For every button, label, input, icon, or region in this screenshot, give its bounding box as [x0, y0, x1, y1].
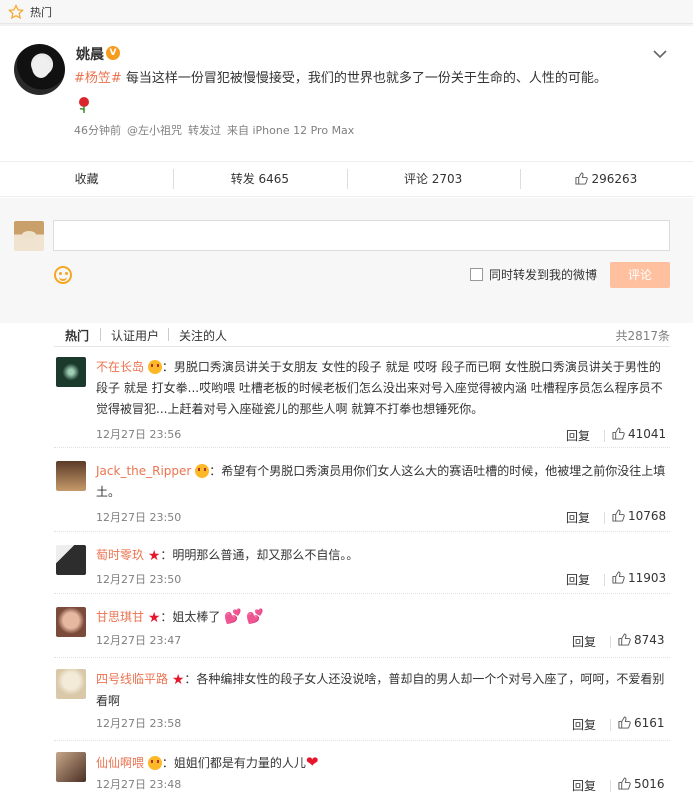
- comment-text: 甘思琪甘 ★：姐太棒了 💕 💕: [96, 607, 668, 629]
- reply-button[interactable]: 回复: [572, 716, 596, 733]
- comment-total: 共2817条: [615, 329, 670, 343]
- thumb-up-icon: [612, 571, 625, 584]
- comment-like-count: 5016: [634, 777, 665, 791]
- commenter-avatar[interactable]: [56, 357, 86, 387]
- thumb-up-icon: [612, 509, 625, 522]
- comment-time: 12月27日 23:50: [96, 573, 182, 586]
- comment-like-button[interactable]: 11903: [612, 571, 666, 585]
- comment-time: 12月27日 23:50: [96, 511, 182, 524]
- thumb-up-icon: [575, 172, 589, 185]
- member-badge-icon: [195, 464, 210, 478]
- also-forward-label[interactable]: 同时转发到我的微博: [489, 266, 597, 283]
- commenter-name[interactable]: 仙仙啊喂: [96, 756, 144, 770]
- forward-label: 转发过: [188, 124, 221, 137]
- thumb-up-icon: [618, 716, 631, 729]
- submit-comment-button[interactable]: 评论: [610, 262, 670, 288]
- tab-following[interactable]: 关注的人: [179, 327, 227, 344]
- post-text: #杨笠# 每当这样一份冒犯被慢慢接受，我们的世界也就多了一份关于生命的、人性的可…: [74, 69, 674, 89]
- comment-item: 甘思琪甘 ★：姐太棒了 💕 💕 12月27日 23:47 回复 8743: [54, 607, 670, 658]
- star-badge-icon: ★: [147, 548, 161, 564]
- also-forward-checkbox[interactable]: [470, 268, 483, 281]
- commenter-name[interactable]: 四号线临平路: [96, 672, 168, 686]
- comment-text: 萄时零玖 ★：明明那么普通，却又那么不自信。。: [96, 545, 668, 567]
- commenter-name[interactable]: 萄时零玖: [96, 548, 144, 562]
- comment-time: 12月27日 23:48: [96, 778, 182, 791]
- comment-item: 萄时零玖 ★：明明那么普通，却又那么不自信。。 12月27日 23:50 回复 …: [54, 545, 670, 594]
- hearts-emoji: 💕 💕: [224, 609, 264, 625]
- comment-filters: 热门 认证用户 关注的人 共2817条: [54, 323, 670, 347]
- comment-button[interactable]: 评论 2703: [346, 169, 520, 189]
- like-button[interactable]: 296263: [519, 169, 693, 189]
- post-source: 来自 iPhone 12 Pro Max: [227, 124, 355, 137]
- commenter-avatar[interactable]: [56, 461, 86, 491]
- commenter-avatar[interactable]: [56, 607, 86, 637]
- star-badge-icon: ★: [147, 610, 161, 626]
- commenter-avatar[interactable]: [56, 545, 86, 575]
- weibo-card: 姚晨 V #杨笠# 每当这样一份冒犯被慢慢接受，我们的世界也就多了一份关于生命的…: [0, 26, 693, 799]
- thumb-up-icon: [618, 777, 631, 790]
- member-badge-icon: [147, 360, 162, 374]
- comment-like-count: 41041: [628, 427, 667, 441]
- current-user-avatar: [14, 221, 44, 251]
- commenter-name[interactable]: 甘思琪甘: [96, 610, 144, 624]
- like-count: 296263: [591, 172, 638, 186]
- tab-verified-users[interactable]: 认证用户: [111, 327, 159, 344]
- member-badge-icon: [147, 756, 162, 770]
- forward-button[interactable]: 转发 6465: [173, 169, 346, 189]
- reply-button[interactable]: 回复: [566, 509, 590, 526]
- reply-button[interactable]: 回复: [566, 571, 590, 588]
- comment-input[interactable]: [53, 220, 670, 251]
- comment-like-count: 8743: [634, 633, 665, 647]
- comment-like-count: 10768: [628, 509, 667, 523]
- via-user[interactable]: @左小祖咒: [127, 124, 182, 137]
- comment-item: 仙仙啊喂 ：姐姐们都是有力量的人儿❤ 12月27日 23:48 回复 5016: [54, 752, 670, 799]
- comment-composer: 同时转发到我的微博 评论: [0, 198, 693, 323]
- commenter-avatar[interactable]: [56, 752, 86, 782]
- comment-like-count: 11903: [628, 571, 667, 585]
- star-icon: [8, 3, 24, 19]
- comment-time: 12月27日 23:58: [96, 717, 182, 730]
- top-bar: 热门: [0, 0, 693, 24]
- thumb-up-icon: [618, 633, 631, 646]
- comment-text: 仙仙啊喂 ：姐姐们都是有力量的人儿❤: [96, 753, 319, 771]
- comment-like-button[interactable]: 8743: [618, 633, 665, 647]
- comment-like-button[interactable]: 6161: [618, 716, 665, 730]
- author-avatar[interactable]: [14, 44, 65, 95]
- reply-button[interactable]: 回复: [572, 633, 596, 650]
- post-meta: 46分钟前 @左小祖咒 转发过 来自 iPhone 12 Pro Max: [74, 122, 360, 138]
- reply-button[interactable]: 回复: [572, 777, 596, 794]
- reply-button[interactable]: 回复: [566, 427, 590, 444]
- comment-time: 12月27日 23:47: [96, 634, 182, 647]
- comment-text: Jack_the_Ripper ：希望有个男脱口秀演员用你们女人这么大的赛语吐槽…: [96, 464, 666, 499]
- commenter-name[interactable]: 不在长岛: [96, 360, 144, 374]
- comment-text: 不在长岛 ：男脱口秀演员讲关于女朋友 女性的段子 就是 哎呀 段子而已啊 女性脱…: [96, 360, 663, 416]
- post-time[interactable]: 46分钟前: [74, 124, 121, 137]
- comment-text: 四号线临平路 ★：各种编排女性的段子女人还没说啥，普却自的男人却一个个对号入座了…: [96, 672, 665, 708]
- author-name[interactable]: 姚晨: [76, 44, 104, 64]
- topic-link[interactable]: #杨笠#: [74, 71, 122, 86]
- chevron-down-icon[interactable]: [652, 48, 668, 60]
- star-badge-icon: ★: [171, 672, 185, 688]
- tab-hot[interactable]: 热门: [65, 327, 89, 344]
- post-body: 每当这样一份冒犯被慢慢接受，我们的世界也就多了一份关于生命的、人性的可能。: [121, 71, 607, 86]
- top-bar-label: 热门: [30, 5, 52, 19]
- comment-item: 四号线临平路 ★：各种编排女性的段子女人还没说啥，普却自的男人却一个个对号入座了…: [54, 669, 670, 741]
- action-bar: 收藏 转发 6465 评论 2703 296263: [0, 161, 693, 197]
- verified-icon: V: [106, 46, 120, 60]
- comment-like-count: 6161: [634, 716, 665, 730]
- comment-time: 12月27日 23:56: [96, 428, 182, 441]
- comment-item: 不在长岛 ：男脱口秀演员讲关于女朋友 女性的段子 就是 哎呀 段子而已啊 女性脱…: [54, 357, 670, 448]
- thumb-up-icon: [612, 427, 625, 440]
- emoji-icon[interactable]: [54, 266, 72, 284]
- rose-emoji: [79, 97, 89, 113]
- collect-button[interactable]: 收藏: [0, 169, 173, 189]
- commenter-name[interactable]: Jack_the_Ripper: [96, 464, 191, 478]
- heart-emoji: ❤: [305, 753, 319, 771]
- comment-like-button[interactable]: 5016: [618, 777, 665, 791]
- comment-like-button[interactable]: 10768: [612, 509, 666, 523]
- comment-like-button[interactable]: 41041: [612, 427, 666, 441]
- comment-item: Jack_the_Ripper ：希望有个男脱口秀演员用你们女人这么大的赛语吐槽…: [54, 461, 670, 532]
- commenter-avatar[interactable]: [56, 669, 86, 699]
